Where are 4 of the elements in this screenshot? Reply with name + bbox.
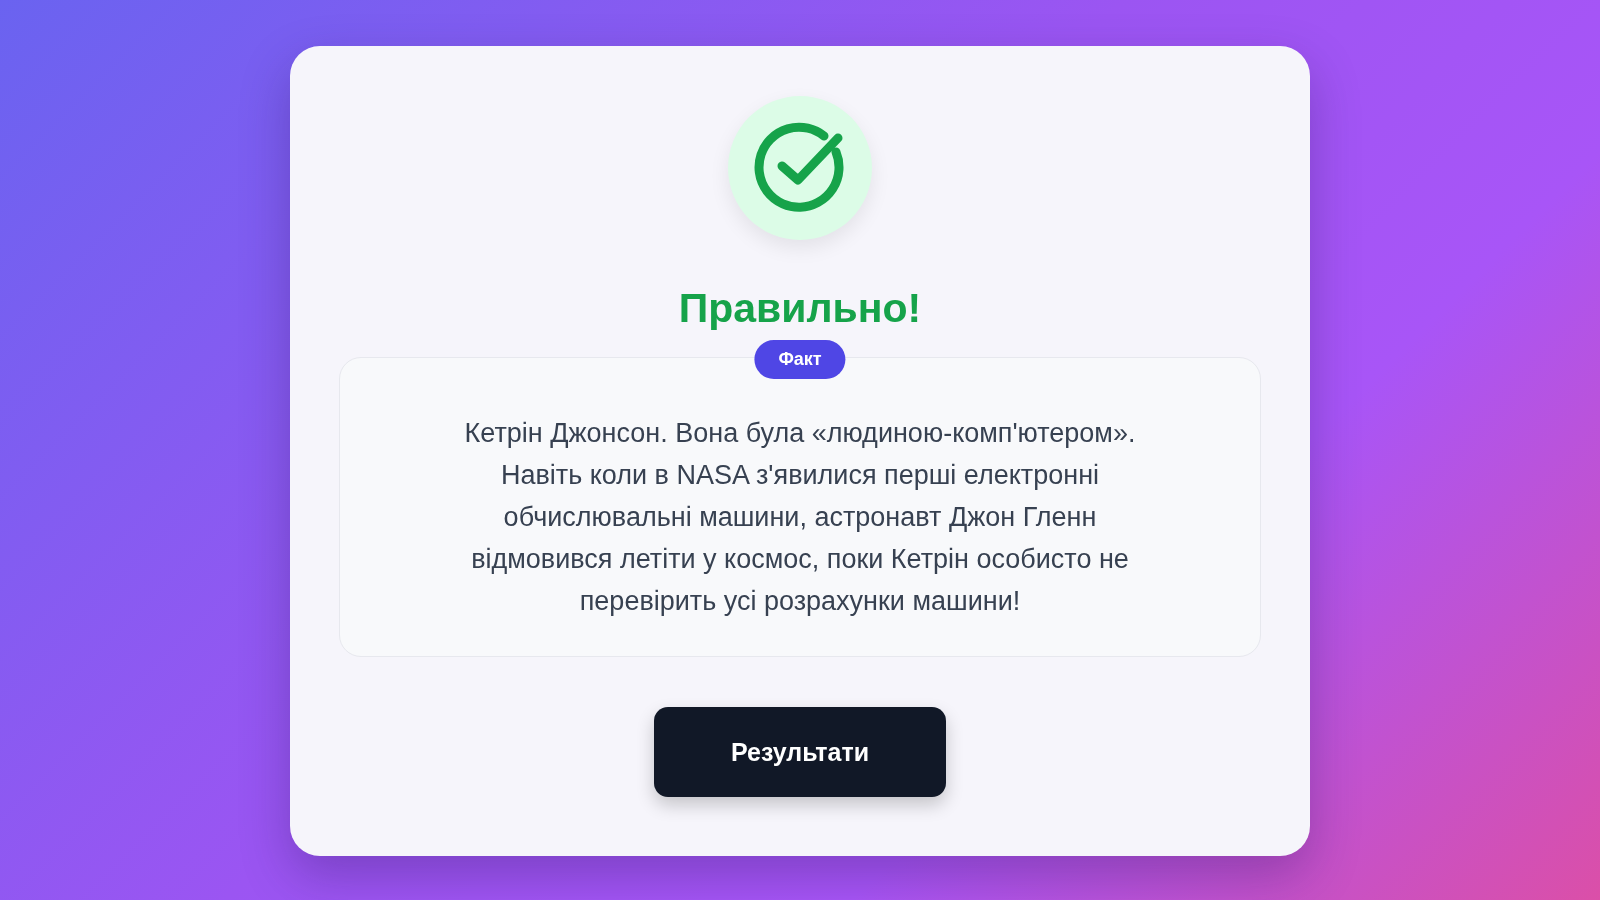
results-button[interactable]: Результати: [654, 707, 946, 798]
fact-tag: Факт: [754, 340, 846, 380]
fact-text: Кетрін Джонсон. Вона була «людиною-комп'ютером». Навіть коли в NASA з'явилися перші електронні обчислювальні машини, астронавт Джон Гленн відмовився летіти у космос, поки Кетрін особисто не перевірить усі розрахунки машини!: [463, 417, 1137, 619]
result-title: Правильно!: [678, 284, 922, 333]
